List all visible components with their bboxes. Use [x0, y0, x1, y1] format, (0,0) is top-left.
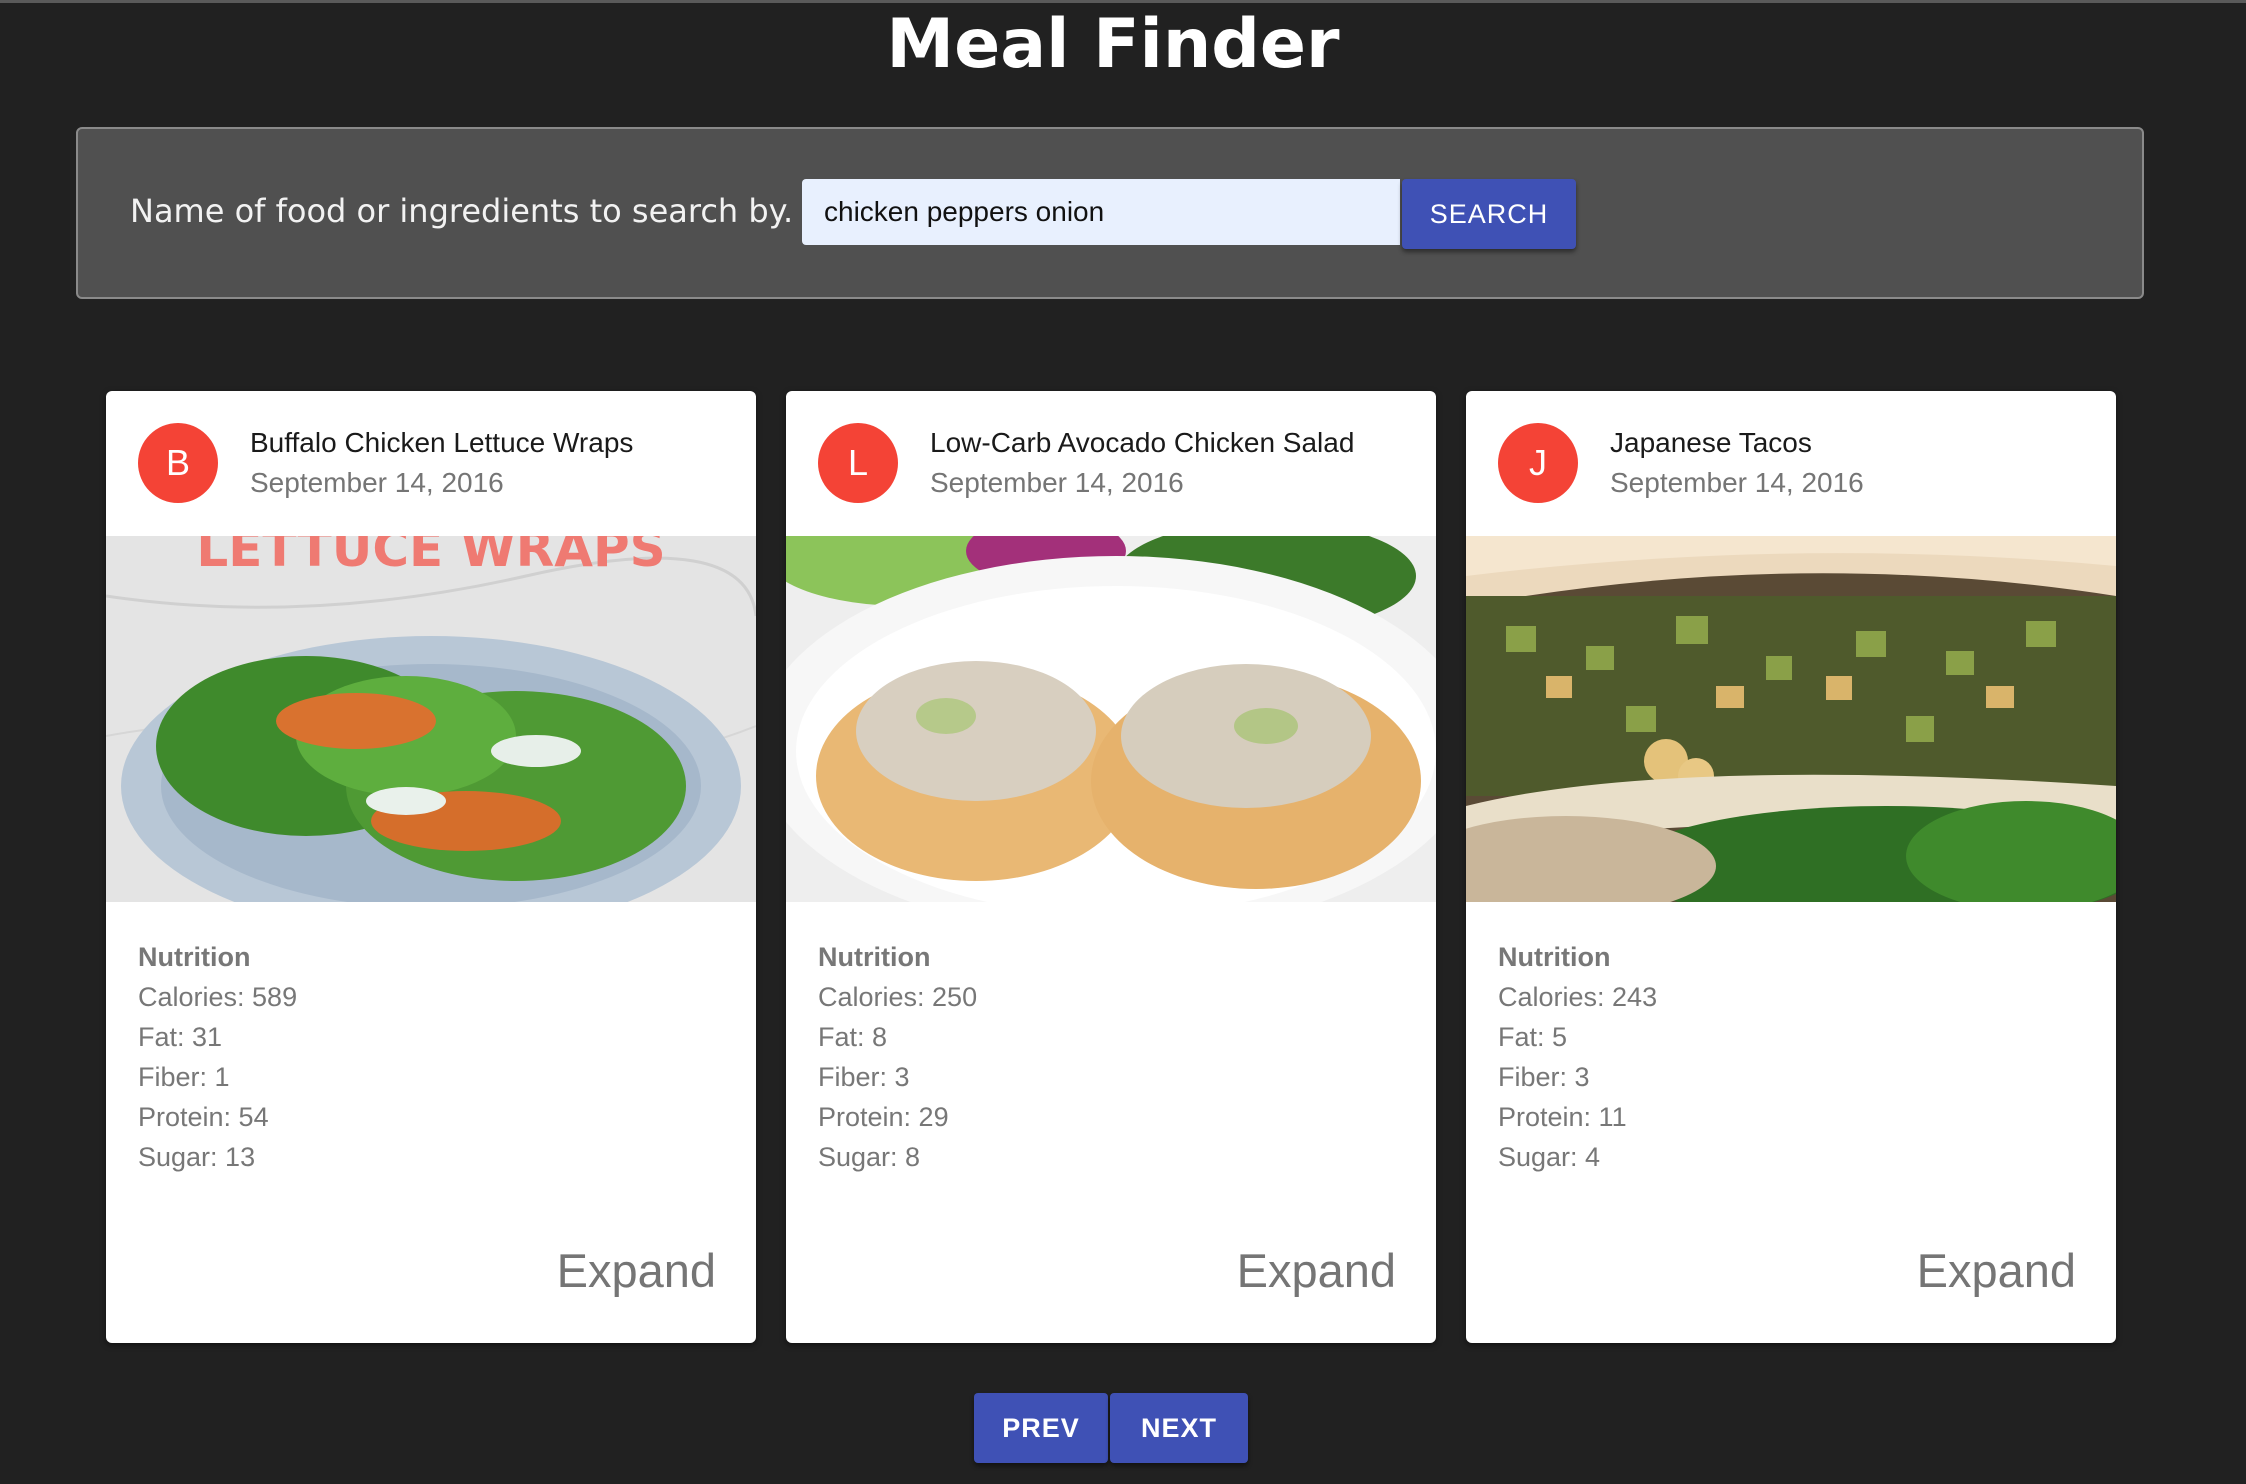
protein-value: Protein: 54 — [138, 1102, 269, 1132]
protein-value: Protein: 11 — [1498, 1102, 1627, 1132]
expand-button[interactable]: Expand — [557, 1243, 716, 1298]
nutrition-heading: Nutrition — [818, 942, 931, 972]
search-button[interactable]: SEARCH — [1402, 179, 1576, 249]
recipe-title: Japanese Tacos — [1610, 427, 1812, 458]
recipe-title: Low-Carb Avocado Chicken Salad — [930, 427, 1355, 458]
expand-button[interactable]: Expand — [1917, 1243, 2076, 1298]
avatar: J — [1498, 423, 1578, 503]
recipe-date: September 14, 2016 — [930, 467, 1184, 498]
expand-button[interactable]: Expand — [1237, 1243, 1396, 1298]
avatar: L — [818, 423, 898, 503]
sugar-value: Sugar: 4 — [1498, 1142, 1601, 1172]
nutrition-info: Nutrition Calories: 589 Fat: 31 Fiber: 1… — [138, 937, 297, 1177]
recipe-date: September 14, 2016 — [250, 467, 504, 498]
next-button[interactable]: NEXT — [1110, 1393, 1248, 1463]
search-label: Name of food or ingredients to search by… — [130, 192, 794, 230]
recipe-image — [1466, 536, 2116, 902]
calories-value: Calories: 243 — [1498, 982, 1658, 1012]
recipe-image — [786, 536, 1436, 902]
page-title: Meal Finder — [886, 5, 1340, 84]
fiber-value: Fiber: 3 — [818, 1062, 910, 1092]
recipe-card: L Low-Carb Avocado Chicken Salad Septemb… — [786, 391, 1436, 1343]
search-panel: Name of food or ingredients to search by… — [76, 127, 2144, 299]
fat-value: Fat: 8 — [818, 1022, 888, 1052]
recipe-card: J Japanese Tacos September 14, 2016 Nutr… — [1466, 391, 2116, 1343]
protein-value: Protein: 29 — [818, 1102, 949, 1132]
recipe-date: September 14, 2016 — [1610, 467, 1864, 498]
sugar-value: Sugar: 8 — [818, 1142, 921, 1172]
sugar-value: Sugar: 13 — [138, 1142, 256, 1172]
nutrition-info: Nutrition Calories: 250 Fat: 8 Fiber: 3 … — [818, 937, 977, 1177]
calories-value: Calories: 250 — [818, 982, 978, 1012]
fiber-value: Fiber: 1 — [138, 1062, 230, 1092]
recipe-title: Buffalo Chicken Lettuce Wraps — [250, 427, 634, 458]
recipe-card: B Buffalo Chicken Lettuce Wraps Septembe… — [106, 391, 756, 1343]
nutrition-heading: Nutrition — [1498, 942, 1611, 972]
calories-value: Calories: 589 — [138, 982, 298, 1012]
fat-value: Fat: 31 — [138, 1022, 223, 1052]
nutrition-heading: Nutrition — [138, 942, 251, 972]
avatar: B — [138, 423, 218, 503]
search-input[interactable] — [802, 179, 1400, 245]
nutrition-info: Nutrition Calories: 243 Fat: 5 Fiber: 3 … — [1498, 937, 1657, 1177]
prev-button[interactable]: PREV — [974, 1393, 1108, 1463]
recipe-image: LETTUCE WRAPS — [106, 536, 756, 902]
image-overlay-text: LETTUCE WRAPS — [196, 536, 665, 578]
fiber-value: Fiber: 3 — [1498, 1062, 1590, 1092]
fat-value: Fat: 5 — [1498, 1022, 1568, 1052]
